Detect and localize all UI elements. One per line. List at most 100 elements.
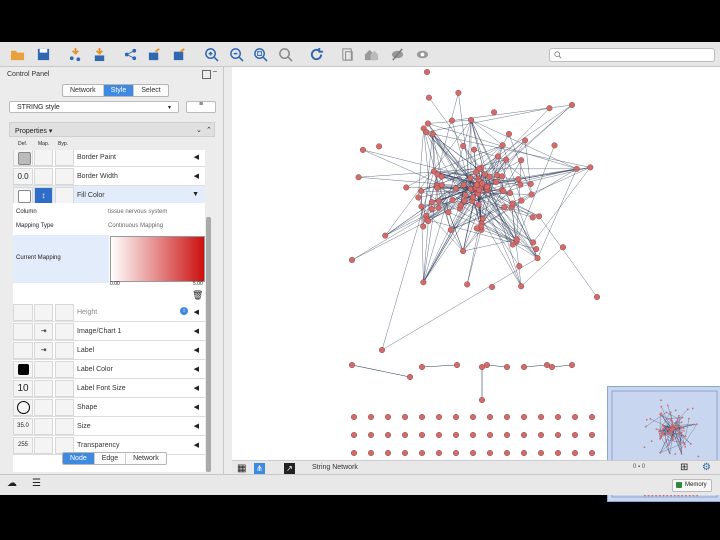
network-node[interactable]: [530, 239, 537, 246]
network-node[interactable]: [420, 279, 427, 286]
network-node[interactable]: [462, 192, 469, 199]
network-node[interactable]: [555, 414, 562, 421]
property-row-image-chart[interactable]: ⇥ Image/Chart 1 ◀: [13, 322, 205, 341]
network-node[interactable]: [461, 197, 468, 204]
network-node[interactable]: [538, 414, 545, 421]
network-node[interactable]: [559, 244, 566, 251]
network-node[interactable]: [498, 173, 505, 180]
property-row-label[interactable]: ⇥ Label ◀: [13, 341, 205, 360]
network-node[interactable]: [445, 209, 452, 216]
network-node[interactable]: [572, 414, 579, 421]
default-value-cell[interactable]: 255: [13, 437, 33, 454]
mapping-cell[interactable]: ⇥: [34, 342, 53, 359]
network-node[interactable]: [486, 432, 493, 439]
share-network-icon[interactable]: [122, 46, 138, 62]
network-node[interactable]: [452, 185, 459, 192]
network-node[interactable]: [509, 241, 516, 248]
network-node[interactable]: [472, 169, 479, 176]
network-node[interactable]: [448, 117, 455, 124]
network-node[interactable]: [425, 94, 432, 101]
import-network-icon[interactable]: [67, 46, 83, 62]
chevron-left-icon[interactable]: ◀: [194, 441, 199, 449]
minimize-panel-icon[interactable]: –: [213, 68, 220, 75]
network-node[interactable]: [418, 364, 425, 371]
network-node[interactable]: [569, 102, 576, 109]
network-node[interactable]: [367, 414, 374, 421]
network-node[interactable]: [493, 179, 500, 186]
network-node[interactable]: [471, 146, 478, 153]
network-node[interactable]: [425, 218, 432, 225]
zoom-fit-icon[interactable]: [252, 46, 268, 62]
chevron-down-icon[interactable]: ▼: [192, 191, 199, 198]
network-node[interactable]: [504, 364, 511, 371]
network-node[interactable]: [555, 450, 562, 457]
network-node[interactable]: [536, 213, 543, 220]
network-node[interactable]: [501, 204, 508, 211]
network-node[interactable]: [429, 130, 436, 137]
table-view-icon[interactable]: ▦: [237, 463, 246, 474]
default-value-cell[interactable]: [13, 323, 33, 340]
network-node[interactable]: [486, 450, 493, 457]
zoom-out-icon[interactable]: [228, 46, 244, 62]
network-node[interactable]: [528, 191, 535, 198]
mapping-cell[interactable]: [34, 168, 53, 185]
refresh-icon[interactable]: [308, 46, 324, 62]
network-node[interactable]: [521, 364, 528, 371]
network-node[interactable]: [534, 255, 541, 262]
network-node[interactable]: [538, 432, 545, 439]
network-node[interactable]: [481, 171, 488, 178]
continuous-mapping-gradient[interactable]: [110, 236, 205, 282]
network-node[interactable]: [468, 116, 475, 123]
chevron-left-icon[interactable]: ◀: [194, 384, 199, 392]
network-node[interactable]: [470, 194, 477, 201]
default-value-cell[interactable]: [13, 342, 33, 359]
network-node[interactable]: [452, 432, 459, 439]
network-node[interactable]: [469, 432, 476, 439]
network-node[interactable]: [529, 214, 536, 221]
network-node[interactable]: [435, 414, 442, 421]
tab-select[interactable]: Select: [134, 85, 167, 96]
network-node[interactable]: [589, 450, 596, 457]
network-node[interactable]: [491, 109, 498, 116]
network-node[interactable]: [350, 450, 357, 457]
network-node[interactable]: [452, 414, 459, 421]
network-node[interactable]: [479, 180, 486, 187]
network-node[interactable]: [546, 105, 553, 112]
network-node[interactable]: [572, 450, 579, 457]
network-node[interactable]: [447, 226, 454, 233]
network-node[interactable]: [460, 248, 467, 255]
network-node[interactable]: [435, 197, 442, 204]
mapping-cell[interactable]: [34, 361, 53, 378]
network-node[interactable]: [513, 236, 520, 243]
network-node[interactable]: [467, 175, 474, 182]
network-node[interactable]: [423, 129, 430, 136]
save-session-icon[interactable]: [35, 46, 51, 62]
network-node[interactable]: [521, 432, 528, 439]
network-node[interactable]: [376, 143, 383, 150]
tab-network-style[interactable]: Network: [126, 453, 166, 464]
network-node[interactable]: [484, 184, 491, 191]
network-node[interactable]: [406, 374, 413, 381]
property-row-height[interactable]: Height i ◀: [13, 303, 205, 322]
mapping-cell[interactable]: [34, 380, 53, 397]
network-node[interactable]: [435, 204, 442, 211]
network-node[interactable]: [518, 157, 525, 164]
memory-button[interactable]: Memory: [672, 479, 712, 492]
default-value-cell[interactable]: [13, 150, 33, 166]
chevron-left-icon[interactable]: ◀: [194, 308, 199, 316]
network-node[interactable]: [384, 414, 391, 421]
mapping-cell[interactable]: [34, 399, 53, 416]
grid-icon[interactable]: ⊞: [680, 462, 688, 473]
network-node[interactable]: [460, 181, 467, 188]
network-view-icon[interactable]: ⋔: [254, 463, 265, 474]
network-node[interactable]: [420, 223, 427, 230]
search-input[interactable]: [549, 48, 715, 62]
chevron-left-icon[interactable]: ◀: [194, 346, 199, 354]
network-node[interactable]: [415, 194, 422, 201]
network-node[interactable]: [478, 397, 485, 404]
network-node[interactable]: [587, 164, 594, 171]
tab-network[interactable]: Network: [63, 85, 104, 96]
network-node[interactable]: [475, 201, 482, 208]
network-node[interactable]: [473, 225, 480, 232]
export-image-icon[interactable]: [171, 46, 187, 62]
